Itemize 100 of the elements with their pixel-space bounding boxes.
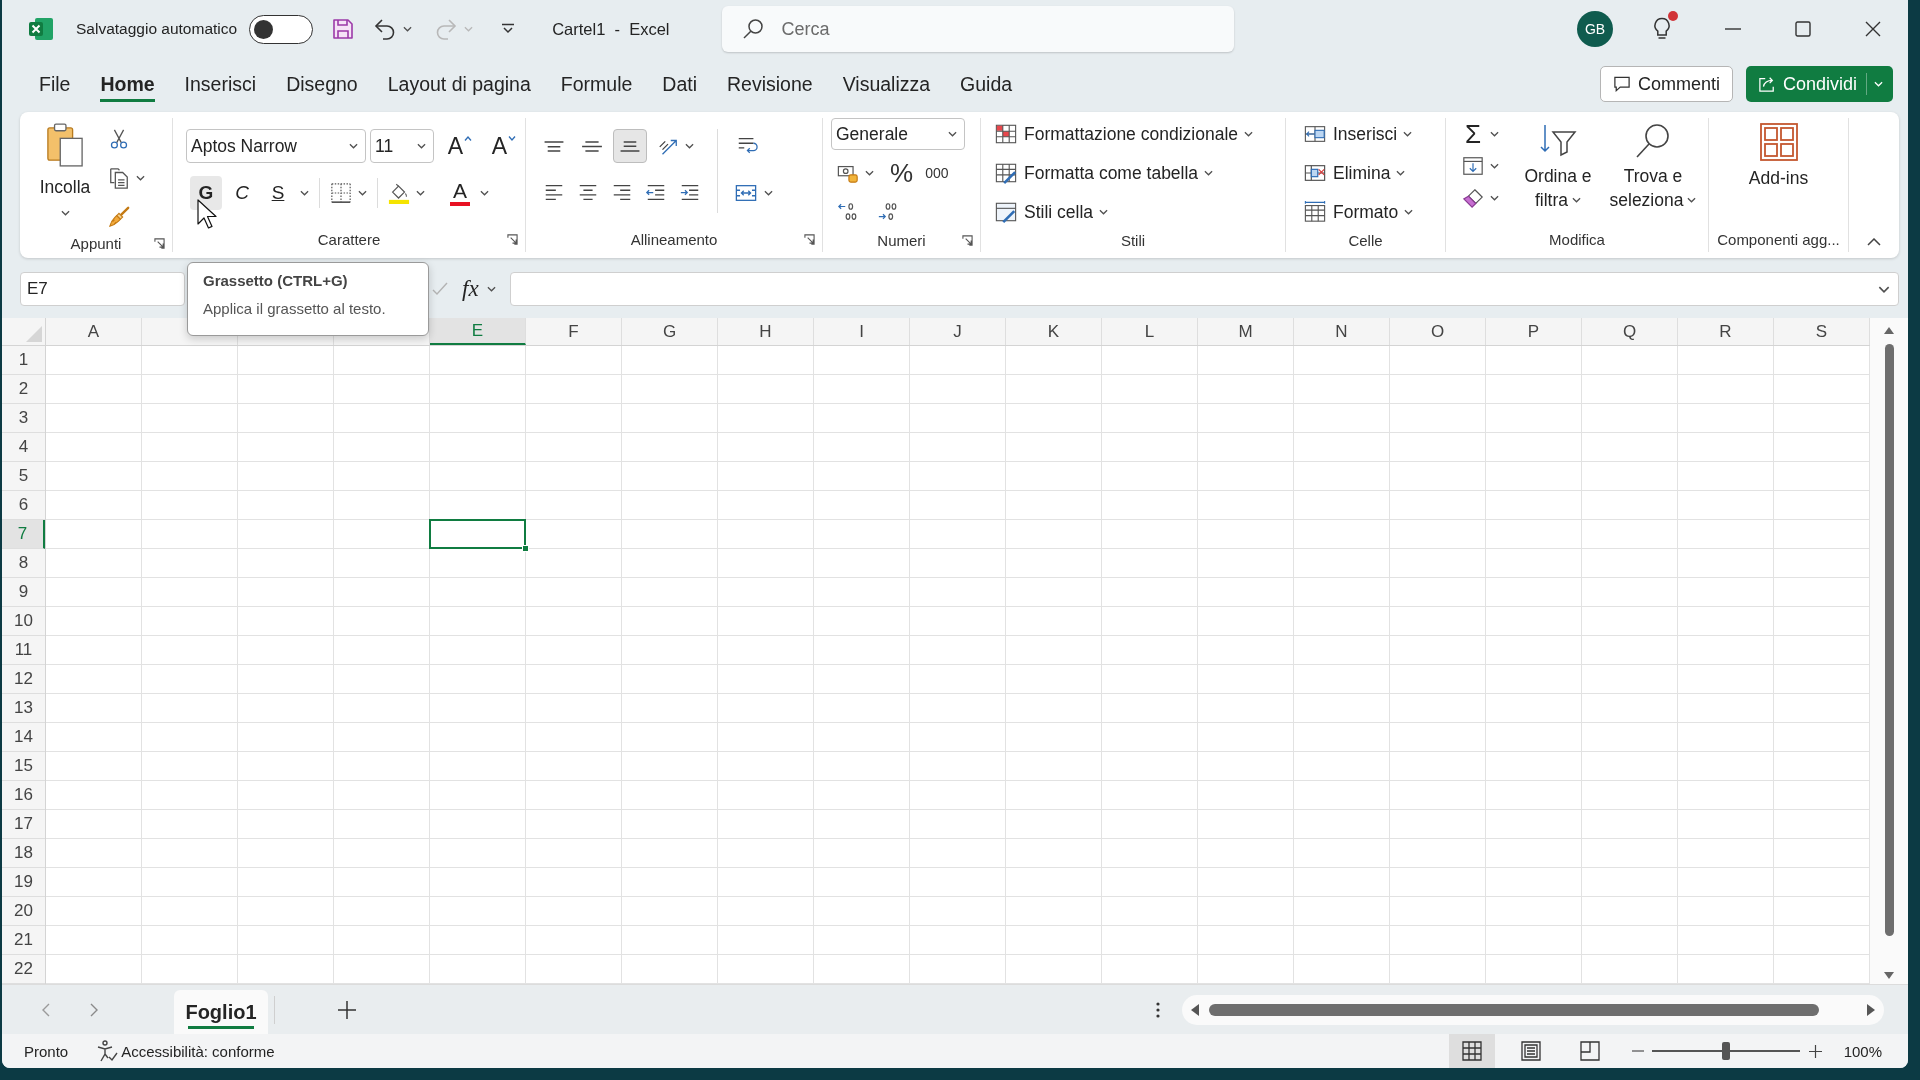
autosum-button[interactable]: Σ bbox=[1462, 120, 1484, 148]
collapse-ribbon-icon[interactable] bbox=[1867, 238, 1881, 246]
ribbon-tab[interactable]: Inserisci bbox=[169, 63, 272, 105]
scroll-up-icon[interactable] bbox=[1884, 327, 1894, 334]
caret-icon[interactable] bbox=[349, 143, 358, 149]
scissors-icon[interactable] bbox=[108, 128, 130, 150]
font-color-button[interactable]: A bbox=[446, 176, 474, 210]
caret-icon[interactable] bbox=[1687, 197, 1697, 203]
ribbon-tab[interactable]: Layout di pagina bbox=[372, 63, 546, 105]
comments-button[interactable]: Commenti bbox=[1599, 66, 1733, 102]
autosave-toggle[interactable] bbox=[249, 14, 314, 44]
ribbon-tab[interactable]: Visualizza bbox=[827, 63, 946, 105]
ribbon-tab[interactable]: Revisione bbox=[712, 63, 828, 105]
scroll-right-icon[interactable] bbox=[1867, 1003, 1875, 1016]
thousands-separator-button[interactable]: 000 bbox=[925, 165, 949, 181]
caret-icon[interactable] bbox=[486, 286, 496, 292]
zoom-in-icon[interactable] bbox=[1808, 1044, 1822, 1058]
paintbrush-icon[interactable] bbox=[108, 206, 130, 228]
row-header[interactable]: 12 bbox=[2, 665, 45, 694]
row-header[interactable]: 11 bbox=[2, 636, 45, 665]
dialog-launcher-icon[interactable] bbox=[507, 233, 518, 245]
column-header[interactable]: F bbox=[526, 318, 622, 345]
row-header[interactable]: 4 bbox=[2, 433, 45, 462]
name-box[interactable]: E7 bbox=[20, 272, 185, 306]
format-cells-button[interactable]: Formato bbox=[1304, 196, 1445, 228]
column-header[interactable]: A bbox=[46, 318, 142, 345]
row-header[interactable]: 7 bbox=[2, 520, 45, 549]
italic-button[interactable]: C bbox=[226, 176, 258, 210]
account-avatar[interactable]: GB bbox=[1577, 11, 1613, 47]
row-header[interactable]: 2 bbox=[2, 375, 45, 404]
column-header[interactable]: R bbox=[1678, 318, 1774, 345]
dialog-launcher-icon[interactable] bbox=[962, 234, 973, 246]
caret-icon[interactable] bbox=[1490, 163, 1499, 169]
font-size-dropdown[interactable]: 11 bbox=[370, 129, 434, 163]
dialog-launcher-icon[interactable] bbox=[154, 237, 165, 249]
add-ins-button[interactable]: Add-ins bbox=[1748, 118, 1809, 226]
close-icon[interactable] bbox=[1865, 21, 1881, 37]
caret-icon[interactable] bbox=[685, 143, 694, 149]
accessibility-icon[interactable] bbox=[96, 1040, 119, 1062]
column-header[interactable]: L bbox=[1102, 318, 1198, 345]
caret-icon[interactable] bbox=[1396, 170, 1406, 176]
bold-button[interactable]: G bbox=[190, 176, 222, 210]
column-header[interactable]: I bbox=[814, 318, 910, 345]
vertical-scrollbar[interactable] bbox=[1870, 318, 1908, 984]
fill-handle-icon[interactable] bbox=[522, 545, 529, 552]
format-as-table-button[interactable]: Formatta come tabella bbox=[995, 157, 1285, 189]
merge-cells-icon[interactable] bbox=[734, 182, 758, 204]
row-header[interactable]: 18 bbox=[2, 839, 45, 868]
sheet-tab[interactable]: Foglio1 bbox=[174, 990, 268, 1034]
scrollbar-thumb[interactable] bbox=[1884, 344, 1894, 936]
caret-icon[interactable] bbox=[403, 26, 413, 32]
caret-icon[interactable] bbox=[136, 175, 145, 181]
add-sheet-icon[interactable] bbox=[338, 1000, 356, 1019]
cell-grid[interactable] bbox=[46, 346, 1870, 984]
scrollbar-thumb[interactable] bbox=[1209, 1003, 1819, 1016]
ribbon-tab[interactable]: Formule bbox=[545, 63, 648, 105]
number-format-dropdown[interactable]: Generale bbox=[831, 118, 965, 150]
shrink-font-button[interactable]: A bbox=[486, 131, 522, 161]
caret-icon[interactable] bbox=[1878, 285, 1890, 293]
delete-cells-button[interactable]: Elimina bbox=[1304, 157, 1445, 189]
ribbon-tab[interactable]: Guida bbox=[945, 63, 1028, 105]
caret-icon[interactable] bbox=[1572, 197, 1582, 203]
caret-icon[interactable] bbox=[1490, 195, 1499, 201]
paste-button[interactable]: Incolla bbox=[34, 120, 96, 234]
column-header[interactable]: E bbox=[430, 318, 526, 345]
conditional-formatting-button[interactable]: Formattazione condizionale bbox=[995, 118, 1285, 150]
font-name-dropdown[interactable]: Aptos Narrow bbox=[186, 129, 366, 163]
ribbon-tab[interactable]: Disegno bbox=[271, 63, 373, 105]
column-header[interactable]: P bbox=[1486, 318, 1582, 345]
cell-styles-button[interactable]: Stili cella bbox=[995, 196, 1285, 228]
lightbulb-icon[interactable] bbox=[1652, 17, 1672, 41]
save-icon[interactable] bbox=[331, 17, 356, 41]
column-header[interactable]: K bbox=[1006, 318, 1102, 345]
increase-decimal-icon[interactable] bbox=[837, 201, 859, 223]
zoom-slider-thumb[interactable] bbox=[1721, 1042, 1730, 1061]
column-header[interactable]: N bbox=[1294, 318, 1390, 345]
row-header[interactable]: 16 bbox=[2, 781, 45, 810]
accessibility-status[interactable]: Accessibilità: conforme bbox=[121, 1042, 275, 1060]
column-header[interactable]: Q bbox=[1582, 318, 1678, 345]
caret-icon[interactable] bbox=[358, 190, 367, 196]
caret-icon[interactable] bbox=[865, 170, 874, 176]
horizontal-scrollbar[interactable] bbox=[1182, 994, 1884, 1025]
column-header[interactable]: O bbox=[1390, 318, 1486, 345]
customize-toolbar-icon[interactable] bbox=[501, 23, 516, 35]
dialog-launcher-icon[interactable] bbox=[804, 233, 815, 245]
ribbon-tab[interactable]: Dati bbox=[647, 63, 713, 105]
caret-icon[interactable] bbox=[300, 190, 309, 196]
next-sheet-icon[interactable] bbox=[90, 1002, 98, 1017]
caret-icon[interactable] bbox=[1490, 131, 1499, 137]
column-header[interactable]: M bbox=[1198, 318, 1294, 345]
share-button[interactable]: Condividi bbox=[1745, 66, 1893, 102]
row-header[interactable]: 9 bbox=[2, 578, 45, 607]
row-header[interactable]: 8 bbox=[2, 549, 45, 578]
find-select-button[interactable]: Trova e seleziona bbox=[1607, 118, 1699, 226]
caret-icon[interactable] bbox=[1403, 131, 1413, 137]
check-icon[interactable] bbox=[432, 282, 448, 296]
scroll-down-icon[interactable] bbox=[1884, 972, 1894, 979]
row-header[interactable]: 3 bbox=[2, 404, 45, 433]
bottom-align-button[interactable] bbox=[613, 129, 647, 163]
row-header[interactable]: 21 bbox=[2, 926, 45, 955]
